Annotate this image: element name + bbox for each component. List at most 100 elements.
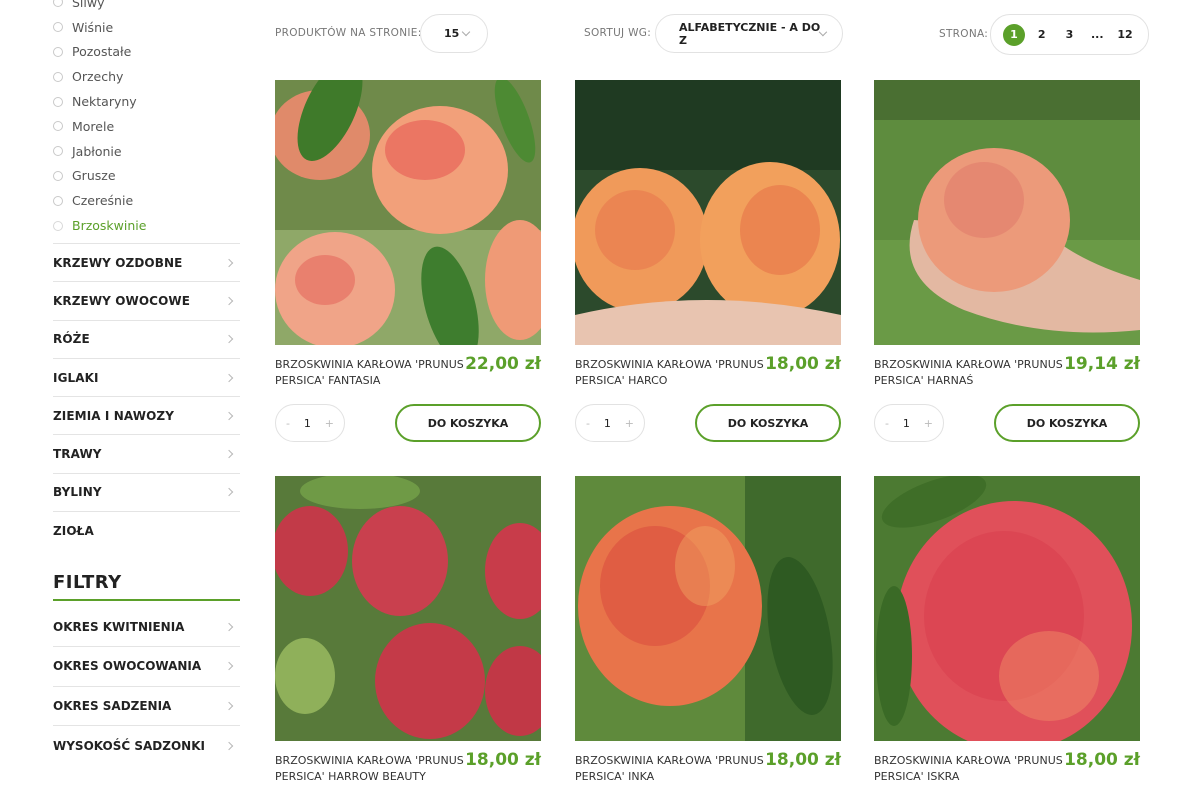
- category-item[interactable]: KRZEWY OZDOBNE: [53, 243, 240, 281]
- plus-icon[interactable]: +: [924, 417, 933, 430]
- per-page-label: PRODUKTÓW NA STRONIE:: [275, 27, 422, 39]
- category-label: KRZEWY OZDOBNE: [53, 255, 183, 270]
- category-label: BYLINY: [53, 485, 102, 500]
- minus-icon[interactable]: -: [286, 417, 290, 430]
- per-page-select[interactable]: 15: [420, 14, 488, 53]
- chevron-right-icon: [224, 662, 234, 671]
- subcategory-item[interactable]: Grusze: [53, 164, 240, 189]
- subcategory-item[interactable]: Nektaryny: [53, 89, 240, 114]
- chevron-right-icon: [224, 334, 234, 344]
- product-card: BRZOSKWINIA KARŁOWA 'PRUNUS PERSICA' HAR…: [275, 476, 541, 783]
- product-price: 18,00 zł: [765, 750, 841, 770]
- product-image[interactable]: [575, 80, 841, 345]
- product-title[interactable]: BRZOSKWINIA KARŁOWA 'PRUNUS PERSICA' HAR…: [575, 357, 765, 389]
- chevron-right-icon: [224, 296, 234, 306]
- category-label: IGLAKI: [53, 370, 99, 385]
- page-button-1[interactable]: 1: [1003, 23, 1025, 46]
- chevron-right-icon: [224, 622, 234, 632]
- category-item[interactable]: TRAWY: [53, 434, 240, 472]
- quantity-value[interactable]: 1: [604, 417, 611, 430]
- sort-value: ALFABETYCZNIE - A DO Z: [679, 20, 821, 47]
- product-image[interactable]: [874, 476, 1140, 741]
- quantity-stepper: - 1 +: [874, 404, 944, 442]
- page-button-12[interactable]: 12: [1114, 24, 1136, 46]
- radio-icon: [53, 146, 63, 157]
- chevron-right-icon: [224, 411, 234, 421]
- subcategory-item[interactable]: Wiśnie: [53, 15, 240, 40]
- filter-item[interactable]: WYSOKOŚĆ SADZONKI: [53, 726, 240, 765]
- product-image[interactable]: [874, 80, 1140, 345]
- product-title[interactable]: BRZOSKWINIA KARŁOWA 'PRUNUS PERSICA' INK…: [575, 753, 765, 785]
- filters-divider: [53, 599, 240, 601]
- filter-item[interactable]: OKRES SADZENIA: [53, 687, 240, 726]
- subcategory-item[interactable]: Orzechy: [53, 64, 240, 89]
- plus-icon[interactable]: +: [325, 417, 334, 430]
- subcategory-item[interactable]: Pozostałe: [53, 40, 240, 65]
- product-image[interactable]: [575, 476, 841, 741]
- page-label: STRONA:: [939, 28, 989, 40]
- category-label: KRZEWY OWOCOWE: [53, 293, 191, 308]
- subcategory-label: Morele: [72, 118, 115, 134]
- category-item[interactable]: IGLAKI: [53, 357, 240, 396]
- category-label: ZIOŁA: [53, 523, 94, 538]
- radio-icon: [53, 71, 63, 82]
- filter-list: OKRES KWITNIENIA OKRES OWOCOWANIA OKRES …: [53, 608, 240, 765]
- product-title[interactable]: BRZOSKWINIA KARŁOWA 'PRUNUS PERSICA' HAR…: [874, 357, 1064, 389]
- product-price: 19,14 zł: [1064, 354, 1140, 374]
- quantity-value[interactable]: 1: [304, 417, 311, 430]
- product-image[interactable]: [275, 80, 541, 345]
- filter-label: WYSOKOŚĆ SADZONKI: [53, 738, 205, 753]
- filter-item[interactable]: OKRES OWOCOWANIA: [53, 647, 240, 687]
- subcategory-label: Wiśnie: [72, 19, 114, 35]
- subcategory-list: Śliwy Wiśnie Pozostałe Orzechy Nektaryny…: [53, 0, 240, 238]
- product-card: BRZOSKWINIA KARŁOWA 'PRUNUS PERSICA' HAR…: [874, 80, 1140, 442]
- radio-icon: [53, 220, 63, 231]
- product-image[interactable]: [275, 476, 541, 741]
- product-title[interactable]: BRZOSKWINIA KARŁOWA 'PRUNUS PERSICA' ISK…: [874, 753, 1064, 785]
- quantity-stepper: - 1 +: [575, 404, 645, 442]
- subcategory-item[interactable]: Jabłonie: [53, 139, 240, 164]
- quantity-value[interactable]: 1: [903, 417, 910, 430]
- add-to-cart-button[interactable]: DO KOSZYKA: [994, 404, 1140, 442]
- subcategory-item[interactable]: Śliwy: [53, 0, 240, 15]
- subcategory-item-active[interactable]: Brzoskwinie: [53, 213, 240, 238]
- product-price: 18,00 zł: [1064, 750, 1140, 770]
- radio-icon: [53, 170, 63, 181]
- add-to-cart-button[interactable]: DO KOSZYKA: [395, 404, 541, 442]
- subcategory-label: Pozostałe: [72, 44, 132, 60]
- radio-icon: [53, 195, 63, 206]
- category-item[interactable]: RÓŻE: [53, 319, 240, 358]
- chevron-right-icon: [224, 449, 234, 459]
- page-ellipsis: ...: [1090, 28, 1104, 41]
- minus-icon[interactable]: -: [885, 417, 889, 430]
- category-item[interactable]: BYLINY: [53, 472, 240, 511]
- subcategory-label: Nektaryny: [72, 94, 137, 110]
- product-title[interactable]: BRZOSKWINIA KARŁOWA 'PRUNUS PERSICA' FAN…: [275, 357, 465, 389]
- chevron-right-icon: [224, 701, 234, 710]
- page-button-2[interactable]: 2: [1031, 24, 1053, 46]
- add-to-cart-button[interactable]: DO KOSZYKA: [695, 404, 841, 442]
- filter-label: OKRES SADZENIA: [53, 698, 172, 713]
- sort-select[interactable]: ALFABETYCZNIE - A DO Z: [655, 14, 843, 53]
- filters-title: FILTRY: [53, 572, 122, 593]
- subcategory-item[interactable]: Czereśnie: [53, 188, 240, 213]
- product-title[interactable]: BRZOSKWINIA KARŁOWA 'PRUNUS PERSICA' HAR…: [275, 753, 465, 785]
- category-item[interactable]: ZIOŁA: [53, 511, 240, 549]
- chevron-down-icon: [819, 27, 828, 36]
- subcategory-item[interactable]: Morele: [53, 114, 240, 139]
- category-item[interactable]: KRZEWY OWOCOWE: [53, 281, 240, 319]
- radio-icon: [53, 46, 63, 57]
- category-label: TRAWY: [53, 447, 102, 462]
- category-label: ZIEMIA I NAWOZY: [53, 408, 174, 423]
- subcategory-label: Brzoskwinie: [72, 218, 147, 234]
- chevron-right-icon: [224, 258, 234, 267]
- radio-icon: [53, 0, 63, 8]
- subcategory-label: Czereśnie: [72, 193, 134, 209]
- plus-icon[interactable]: +: [625, 417, 634, 430]
- product-price: 22,00 zł: [465, 354, 541, 374]
- subcategory-label: Śliwy: [72, 0, 105, 10]
- filter-item[interactable]: OKRES KWITNIENIA: [53, 608, 240, 648]
- page-button-3[interactable]: 3: [1059, 24, 1081, 46]
- minus-icon[interactable]: -: [586, 417, 590, 430]
- category-item[interactable]: ZIEMIA I NAWOZY: [53, 396, 240, 434]
